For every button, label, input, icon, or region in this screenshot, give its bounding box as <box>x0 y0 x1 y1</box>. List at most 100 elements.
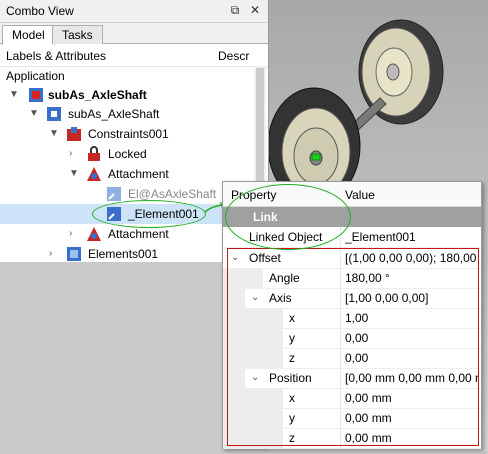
indent-shade <box>223 388 283 408</box>
chevron-down-icon[interactable]: ▼ <box>9 85 19 105</box>
prop-row-offset[interactable]: ⌄ Offset [(1,00 0,00 0,00); 180,00 °; (0… <box>223 248 481 269</box>
prop-name: z <box>289 431 295 445</box>
tree-item-label: Locked <box>108 147 147 161</box>
property-header: Property Value <box>223 182 481 207</box>
prop-value[interactable]: [(1,00 0,00 0,00); 180,00 °; (0,00 mm... <box>345 248 479 268</box>
prop-row-axis[interactable]: ⌄ Axis [1,00 0,00 0,00] <box>223 288 481 309</box>
lock-icon <box>88 146 100 161</box>
tree-item-attachment-2[interactable]: › Attachment <box>0 224 254 244</box>
link-icon <box>107 207 121 221</box>
col-property-header[interactable]: Property <box>231 188 276 202</box>
prop-row-position-z[interactable]: z 0,00 mm <box>223 428 481 449</box>
prop-value[interactable]: 0,00 mm <box>345 408 479 428</box>
prop-row-position[interactable]: ⌄ Position [0,00 mm 0,00 mm 0,00 mm] <box>223 368 481 389</box>
constraints-icon <box>67 127 81 141</box>
column-divider <box>340 408 341 428</box>
tree-root-label: Application <box>6 69 65 83</box>
tree-item-label: Attachment <box>108 167 169 181</box>
tree-item-label: Elements001 <box>88 247 159 261</box>
tab-model[interactable]: Model <box>2 25 55 45</box>
prop-row-position-x[interactable]: x 0,00 mm <box>223 388 481 409</box>
tree-item-label: subAs_AxleShaft <box>48 88 147 102</box>
prop-value[interactable]: 0,00 mm <box>345 428 479 448</box>
property-editor-popup: Property Value Link Linked Object _Eleme… <box>222 181 482 449</box>
col-labels-header[interactable]: Labels & Attributes <box>6 49 106 63</box>
prop-name: x <box>289 311 295 325</box>
prop-row-axis-x[interactable]: x 1,00 <box>223 308 481 329</box>
tree-item-attachment[interactable]: ▼ Attachment <box>0 164 254 184</box>
prop-value[interactable]: _Element001 <box>345 227 479 247</box>
indent-shade <box>223 408 283 428</box>
prop-row-axis-y[interactable]: y 0,00 <box>223 328 481 349</box>
indent-shade <box>223 268 263 288</box>
prop-name: Axis <box>269 291 292 305</box>
prop-value[interactable]: 0,00 <box>345 328 479 348</box>
tree-item-constraints001[interactable]: ▼ Constraints001 <box>0 124 254 144</box>
prop-value[interactable]: 0,00 mm <box>345 388 479 408</box>
group-label: Link <box>253 210 278 224</box>
column-divider <box>340 288 341 308</box>
chevron-right-icon[interactable]: › <box>69 144 72 164</box>
close-icon[interactable]: ✕ <box>248 3 262 17</box>
indent-shade <box>223 288 245 308</box>
chevron-right-icon[interactable]: › <box>49 244 52 264</box>
prop-name: z <box>289 351 295 365</box>
attachment-icon <box>87 167 101 181</box>
attachment-icon <box>87 227 101 241</box>
col-value-header[interactable]: Value <box>345 188 375 202</box>
prop-name: Linked Object <box>249 230 323 244</box>
tree-item-label: El@AsAxleShaft <box>128 187 217 201</box>
prop-row-linked-object[interactable]: Linked Object _Element001 <box>223 227 481 248</box>
indent-shade <box>223 308 283 328</box>
link-icon <box>107 187 121 201</box>
indent-shade <box>223 428 283 448</box>
chevron-right-icon[interactable]: › <box>69 224 72 244</box>
indent-shade <box>223 328 283 348</box>
tab-tasks[interactable]: Tasks <box>52 25 103 44</box>
prop-name: y <box>289 411 295 425</box>
column-divider <box>340 428 341 448</box>
prop-name: x <box>289 391 295 405</box>
assembly-icon <box>47 107 61 121</box>
assembly-icon <box>29 88 43 102</box>
column-divider <box>340 308 341 328</box>
column-divider <box>340 227 341 247</box>
prop-value[interactable]: [0,00 mm 0,00 mm 0,00 mm] <box>345 368 479 388</box>
tree-item-label: subAs_AxleShaft <box>68 107 160 121</box>
chevron-down-icon[interactable]: ⌄ <box>231 248 239 268</box>
column-divider <box>340 248 341 268</box>
chevron-down-icon[interactable]: ▼ <box>49 124 59 144</box>
tree-item-elements001[interactable]: › Elements001 <box>0 244 254 264</box>
tree-item-locked[interactable]: › Locked <box>0 144 254 164</box>
column-divider <box>340 348 341 368</box>
prop-name: Position <box>269 371 312 385</box>
combo-view-titlebar: Combo View ⧉ ✕ <box>0 0 268 23</box>
column-divider <box>340 328 341 348</box>
prop-name: y <box>289 331 295 345</box>
chevron-down-icon[interactable]: ▼ <box>29 104 39 124</box>
tree-item-label: _Element001 <box>128 207 199 221</box>
prop-value[interactable]: [1,00 0,00 0,00] <box>345 288 479 308</box>
property-group-link[interactable]: Link <box>223 207 481 227</box>
panel-title: Combo View <box>6 4 74 18</box>
prop-value[interactable]: 1,00 <box>345 308 479 328</box>
tree-header: Labels & Attributes Descr <box>0 44 268 67</box>
prop-value[interactable]: 180,00 ° <box>345 268 479 288</box>
indent-shade <box>223 348 283 368</box>
prop-name: Offset <box>249 251 281 265</box>
tree-item-subas-root[interactable]: ▼ subAs_AxleShaft <box>0 85 254 105</box>
prop-row-axis-z[interactable]: z 0,00 <box>223 348 481 369</box>
tab-bar: Model Tasks <box>0 23 268 45</box>
tree-item-label: Attachment <box>108 227 169 241</box>
chevron-down-icon[interactable]: ▼ <box>69 164 79 184</box>
prop-value[interactable]: 0,00 <box>345 348 479 368</box>
chevron-down-icon[interactable]: ⌄ <box>251 288 259 308</box>
col-description-header[interactable]: Descr <box>218 49 249 63</box>
column-divider <box>340 388 341 408</box>
chevron-down-icon[interactable]: ⌄ <box>251 368 259 388</box>
column-divider <box>340 368 341 388</box>
prop-row-position-y[interactable]: y 0,00 mm <box>223 408 481 429</box>
prop-row-angle[interactable]: Angle 180,00 ° <box>223 268 481 289</box>
undock-icon[interactable]: ⧉ <box>228 3 242 17</box>
tree-item-subas-child[interactable]: ▼ subAs_AxleShaft <box>0 104 254 124</box>
